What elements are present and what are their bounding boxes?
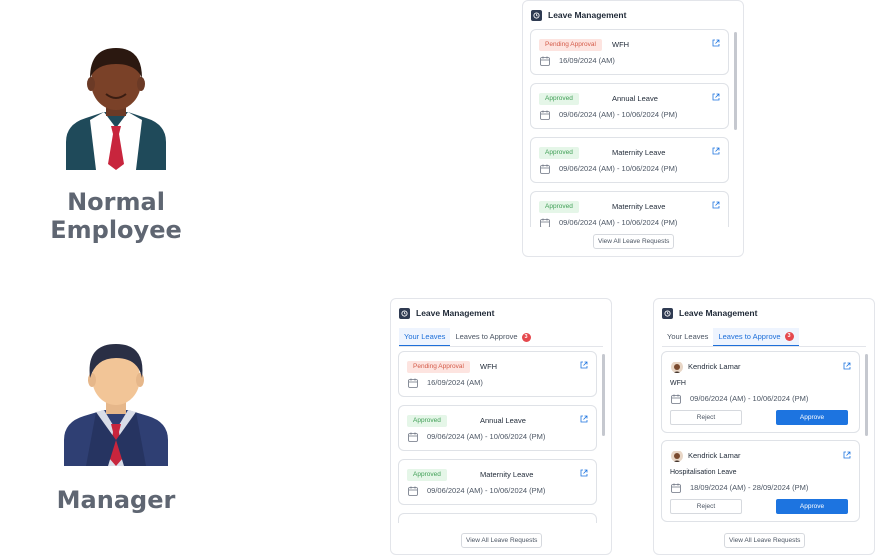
leave-management-icon [662,307,673,319]
list-item[interactable] [398,513,597,523]
leave-type: Maternity Leave [612,148,666,157]
approval-card[interactable]: Kendrick Lamar Hospitalisation Leave 18/… [661,440,860,522]
approve-button[interactable]: Approve [776,499,848,514]
status-badge: Pending Approval [407,361,470,373]
leave-type: Maternity Leave [612,202,666,211]
employee-avatar [64,44,168,170]
widget-header: Leave Management [391,299,611,327]
leave-date: 18/09/2024 (AM) - 28/09/2024 (PM) [690,483,809,492]
employee-name: Kendrick Lamar [688,451,741,460]
reject-button[interactable]: Reject [670,410,742,425]
leave-date: 09/06/2024 (AM) - 10/06/2024 (PM) [559,218,678,227]
leave-date: 09/06/2024 (AM) - 10/06/2024 (PM) [427,486,546,495]
scrollbar[interactable] [734,32,737,130]
calendar-icon [540,218,550,227]
leave-type: WFH [670,380,686,387]
leave-list[interactable]: Pending Approval WFH 16/09/2024 (AM) App… [398,351,597,523]
avatar [671,361,683,373]
leave-type: WFH [612,40,630,49]
external-link-icon[interactable] [712,39,720,47]
leave-type: WFH [480,362,498,371]
external-link-icon[interactable] [712,93,720,101]
list-item[interactable]: Pending Approval WFH 16/09/2024 (AM) [398,351,597,397]
calendar-icon [540,110,550,120]
tab-bar: Your Leaves Leaves to Approve 3 [399,327,603,347]
status-badge: Approved [539,147,579,159]
avatar [671,450,683,462]
leave-date: 16/09/2024 (AM) [559,56,615,65]
manager-persona-label: Manager [56,486,176,514]
approval-card[interactable]: Kendrick Lamar WFH 09/06/2024 (AM) - 10/… [661,351,860,433]
external-link-icon[interactable] [843,362,851,370]
employee-name: Kendrick Lamar [688,362,741,371]
manager-approve-widget: Leave Management Your Leaves Leaves to A… [653,298,875,555]
employee-persona-label: Normal Employee [50,188,182,244]
tab-your-leaves[interactable]: Your Leaves [662,328,713,346]
approve-button[interactable]: Approve [776,410,848,425]
widget-title: Leave Management [679,308,758,318]
leave-type: Hospitalisation Leave [670,469,737,476]
external-link-icon[interactable] [580,469,588,477]
status-badge: Approved [539,93,579,105]
leave-date: 16/09/2024 (AM) [427,378,483,387]
calendar-icon [408,378,418,388]
pending-count-badge: 3 [521,332,531,342]
tab-label: Leaves to Approve [455,332,518,341]
leave-list[interactable]: Pending Approval WFH 16/09/2024 (AM) App… [530,29,729,227]
list-item[interactable]: Approved Maternity Leave 09/06/2024 (AM)… [530,137,729,183]
external-link-icon[interactable] [580,361,588,369]
leave-date: 09/06/2024 (AM) - 10/06/2024 (PM) [427,432,546,441]
widget-title: Leave Management [416,308,495,318]
leave-type: Annual Leave [480,416,526,425]
employee-leave-widget: Leave Management Pending Approval WFH 16… [522,0,744,257]
widget-header: Leave Management [523,1,743,29]
widget-title: Leave Management [548,10,627,20]
view-all-leave-requests-button[interactable]: View All Leave Requests [593,234,675,249]
calendar-icon [671,483,681,493]
list-item[interactable]: Approved Maternity Leave 09/06/2024 (AM)… [398,459,597,505]
status-badge: Approved [407,469,447,481]
manager-your-leaves-widget: Leave Management Your Leaves Leaves to A… [390,298,612,555]
view-all-leave-requests-button[interactable]: View All Leave Requests [724,533,806,548]
calendar-icon [540,56,550,66]
manager-avatar [62,340,170,466]
tab-label: Leaves to Approve [718,331,781,341]
leave-type: Annual Leave [612,94,658,103]
scrollbar[interactable] [865,354,868,436]
external-link-icon[interactable] [712,201,720,209]
tab-bar: Your Leaves Leaves to Approve 3 [662,327,866,347]
calendar-icon [408,432,418,442]
leave-management-icon [531,9,542,21]
widget-header: Leave Management [654,299,874,327]
calendar-icon [671,394,681,404]
leave-date: 09/06/2024 (AM) - 10/06/2024 (PM) [559,110,678,119]
pending-count-badge: 3 [784,332,794,341]
scrollbar[interactable] [602,354,605,436]
tab-leaves-to-approve[interactable]: Leaves to Approve 3 [713,328,799,346]
leave-date: 09/06/2024 (AM) - 10/06/2024 (PM) [690,394,809,403]
external-link-icon[interactable] [580,415,588,423]
leave-type: Maternity Leave [480,470,534,479]
tab-your-leaves[interactable]: Your Leaves [399,328,451,346]
list-item[interactable]: Approved Annual Leave 09/06/2024 (AM) - … [530,83,729,129]
external-link-icon[interactable] [843,451,851,459]
reject-button[interactable]: Reject [670,499,742,514]
leave-management-icon [399,307,410,319]
external-link-icon[interactable] [712,147,720,155]
list-item[interactable]: Approved Maternity Leave 09/06/2024 (AM)… [530,191,729,227]
status-badge: Pending Approval [539,39,602,51]
list-item[interactable]: Pending Approval WFH 16/09/2024 (AM) [530,29,729,75]
status-badge: Approved [407,415,447,427]
tab-leaves-to-approve[interactable]: Leaves to Approve 3 [450,328,535,346]
view-all-leave-requests-button[interactable]: View All Leave Requests [461,533,543,548]
approval-list[interactable]: Kendrick Lamar WFH 09/06/2024 (AM) - 10/… [661,351,860,527]
leave-date: 09/06/2024 (AM) - 10/06/2024 (PM) [559,164,678,173]
calendar-icon [540,164,550,174]
calendar-icon [408,486,418,496]
list-item[interactable]: Approved Annual Leave 09/06/2024 (AM) - … [398,405,597,451]
status-badge: Approved [539,201,579,213]
